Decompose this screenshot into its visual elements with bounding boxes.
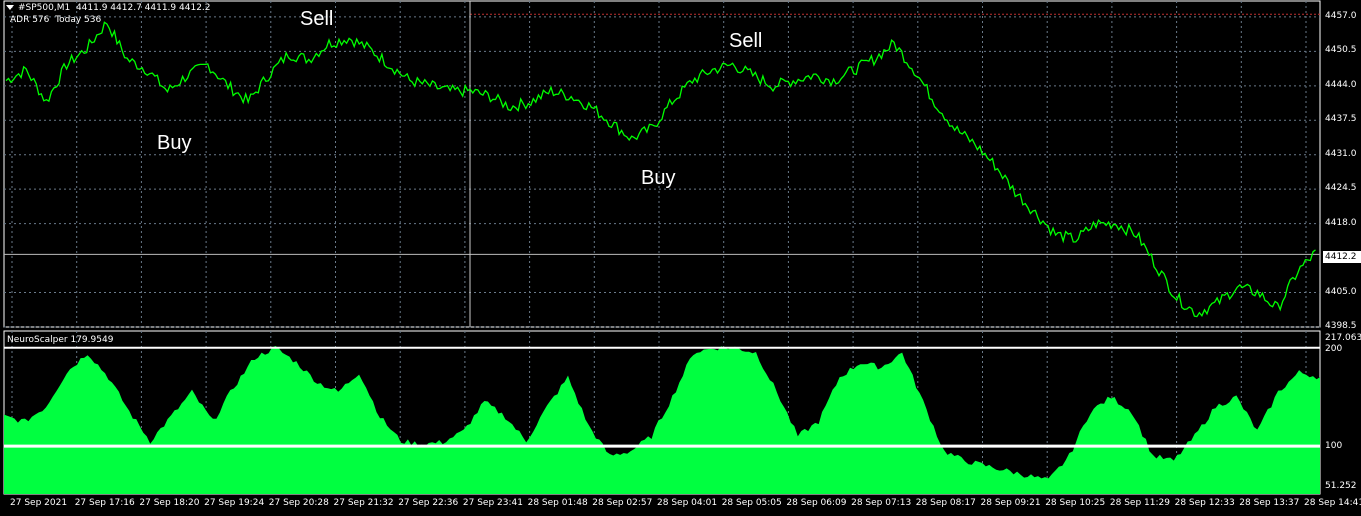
time-axis-label: 28 Sep 07:13	[851, 498, 912, 508]
time-axis-label: 28 Sep 04:01	[657, 498, 718, 508]
price-axis-label: 4424.5	[1325, 183, 1357, 194]
time-axis-label: 27 Sep 19:24	[204, 498, 265, 508]
current-price-box: 4412.2	[1323, 251, 1361, 263]
time-axis-label: 28 Sep 12:33	[1174, 498, 1235, 508]
time-axis-label: 28 Sep 13:37	[1239, 498, 1300, 508]
neuroscalper-area	[4, 346, 1320, 494]
time-axis-label: 27 Sep 17:16	[74, 498, 135, 508]
time-axis-label: 27 Sep 2021	[10, 498, 68, 508]
time-axis-label: 28 Sep 02:57	[592, 498, 653, 508]
price-axis-label: 4398.5	[1325, 321, 1357, 331]
indicator-level-high: 200	[1325, 344, 1343, 354]
time-axis-label: 28 Sep 09:21	[980, 498, 1041, 508]
time-axis-label: 28 Sep 10:25	[1045, 498, 1106, 508]
time-axis-label: 27 Sep 20:28	[268, 498, 329, 508]
price-pane-border	[3, 0, 1321, 328]
time-axis-label: 28 Sep 06:09	[786, 498, 847, 508]
sell-signal-1: Sell	[300, 8, 334, 30]
symbol-label: #SP500,M1	[18, 3, 71, 13]
symbol-header[interactable]: #SP500,M1 4411.9 4412.7 4411.9 4412.2	[6, 3, 211, 13]
time-axis-label: 27 Sep 23:41	[462, 498, 523, 508]
time-axis-label: 28 Sep 05:05	[721, 498, 782, 508]
buy-signal-2: Buy	[641, 167, 676, 189]
time-axis-label: 28 Sep 08:17	[915, 498, 976, 508]
price-axis-label: 4457.0	[1325, 10, 1357, 21]
price-axis-label: 4437.5	[1325, 114, 1357, 125]
price-axis-label: 4431.0	[1325, 148, 1357, 159]
time-axis-label: 28 Sep 14:41	[1304, 498, 1361, 508]
time-axis-label: 27 Sep 22:36	[398, 498, 459, 508]
dropdown-triangle-icon[interactable]	[6, 5, 14, 10]
price-axis-label: 4418.0	[1325, 217, 1357, 228]
adr-info: ADR 576 Today 536	[10, 15, 101, 25]
time-axis-label: 27 Sep 18:20	[139, 498, 200, 508]
price-axis-label: 4444.0	[1325, 79, 1357, 90]
chart-canvas[interactable]	[0, 0, 1361, 516]
time-axis-label: 27 Sep 21:32	[333, 498, 394, 508]
adr-label: ADR 576	[10, 15, 50, 25]
buy-signal-1: Buy	[157, 132, 192, 154]
today-label: Today 536	[55, 15, 102, 25]
time-axis-label: 28 Sep 11:29	[1109, 498, 1170, 508]
price-axis-label: 4405.0	[1325, 286, 1357, 297]
indicator-level-mid: 100	[1325, 441, 1343, 451]
indicator-axis-max: 217.063	[1325, 333, 1361, 343]
indicator-axis-min: 51.252	[1325, 481, 1357, 491]
sell-signal-2: Sell	[729, 30, 763, 52]
price-axis-label: 4450.5	[1325, 45, 1357, 56]
time-axis-label: 28 Sep 01:48	[527, 498, 588, 508]
indicator-name: NeuroScalper 179.9549	[7, 335, 114, 345]
ohlc-values: 4411.9 4412.7 4411.9 4412.2	[75, 3, 211, 13]
